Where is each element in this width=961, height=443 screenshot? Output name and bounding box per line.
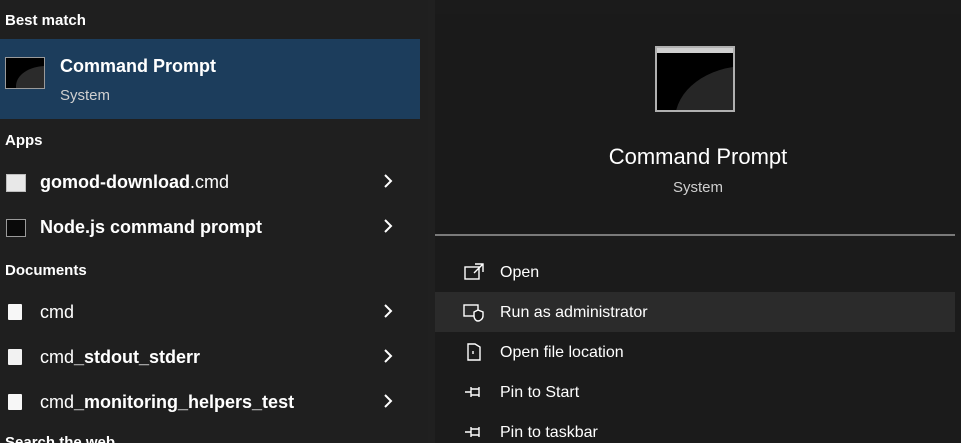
best-match-title: Command Prompt <box>60 56 217 76</box>
search-results-window: Best match Command Prompt System Apps go… <box>0 0 961 443</box>
go-file-icon <box>8 304 22 320</box>
list-item-label: Node.js command prompt <box>40 217 263 237</box>
action-label: Open <box>500 264 540 281</box>
list-item-document[interactable]: cmd_stdout_stderr <box>0 335 420 379</box>
text-file-icon <box>8 349 22 365</box>
results-list: Best match Command Prompt System Apps go… <box>0 0 428 443</box>
list-item-label: cmd_stdout_stderr <box>40 347 201 367</box>
action-label: Pin to taskbar <box>500 424 598 441</box>
action-label: Run as administrator <box>500 304 648 321</box>
section-best-match: Best match <box>5 12 86 29</box>
best-match-subtitle: System <box>60 87 111 104</box>
best-match-item[interactable]: Command Prompt System <box>0 39 420 119</box>
pin-icon <box>465 427 480 437</box>
chevron-right-icon[interactable] <box>380 217 396 235</box>
action-open[interactable]: Open <box>435 252 955 292</box>
action-label: Pin to Start <box>500 384 580 401</box>
command-prompt-icon <box>5 57 45 89</box>
list-item-label: cmd_monitoring_helpers_test <box>40 392 295 412</box>
section-search-web: Search the web <box>5 434 116 443</box>
action-open-file-location[interactable]: Open file location <box>435 332 955 372</box>
list-item-document[interactable]: cmd_monitoring_helpers_test <box>0 380 420 424</box>
detail-header: Command Prompt System <box>435 14 961 234</box>
shield-icon <box>463 304 484 322</box>
list-item-app[interactable]: Node.js command prompt <box>0 205 420 249</box>
section-documents: Documents <box>5 262 87 279</box>
section-apps: Apps <box>5 132 43 149</box>
folder-icon <box>467 343 481 361</box>
list-item-app[interactable]: gomod-download.cmd <box>0 160 420 204</box>
go-file-icon <box>8 394 22 410</box>
chevron-right-icon[interactable] <box>380 347 396 365</box>
command-prompt-icon <box>6 219 26 237</box>
chevron-right-icon[interactable] <box>380 172 396 190</box>
action-pin-to-start[interactable]: Pin to Start <box>435 372 955 412</box>
list-item-label: cmd <box>40 302 75 322</box>
divider <box>435 234 955 236</box>
detail-pane: Command Prompt System Open Run as admini… <box>435 0 961 443</box>
list-item-document[interactable]: cmd <box>0 290 420 334</box>
action-label: Open file location <box>500 344 624 361</box>
command-prompt-large-icon <box>655 46 735 112</box>
script-file-icon <box>6 174 26 192</box>
open-icon <box>464 263 484 280</box>
list-item-label: gomod-download.cmd <box>40 172 229 192</box>
action-run-as-administrator[interactable]: Run as administrator <box>435 292 955 332</box>
chevron-right-icon[interactable] <box>380 392 396 410</box>
chevron-right-icon[interactable] <box>380 302 396 320</box>
pin-icon <box>465 387 480 397</box>
action-pin-to-taskbar[interactable]: Pin to taskbar <box>435 412 955 443</box>
detail-subtitle: System <box>672 179 723 196</box>
detail-title: Command Prompt <box>608 144 788 169</box>
